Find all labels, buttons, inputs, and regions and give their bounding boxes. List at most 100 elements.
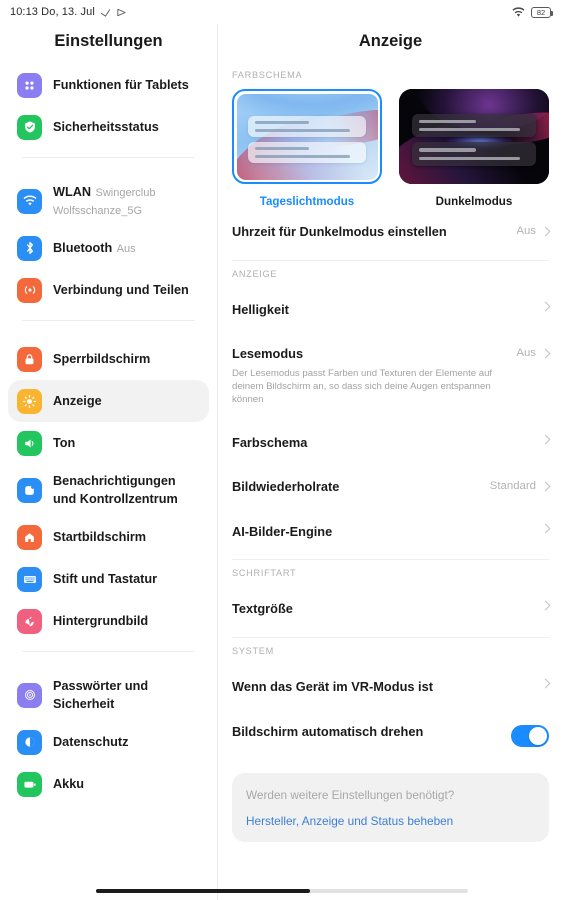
sidebar-item-label: Sicherheitsstatus [53,120,159,134]
row-main: Helligkeit [232,302,532,319]
row-main: Farbschema [232,435,532,452]
row-main: Wenn das Gerät im VR-Modus ist [232,679,532,696]
display-settings-scroll[interactable]: FARBSCHEMA Tageslichtmodus Dunkelmodus U… [218,64,563,900]
sidebar-item-label: Anzeige [53,394,102,408]
row-reading-mode[interactable]: Lesemodus Der Lesemodus passt Farben und… [232,332,551,420]
theme-option-dark[interactable]: Dunkelmodus [399,89,549,208]
preview-card [411,142,537,166]
wifi-icon [17,188,42,214]
theme-preview-light [236,93,378,180]
theme-label-dark: Dunkelmodus [435,195,513,208]
status-bar-left: 10:13 Do, 13. Jul [10,6,127,18]
sidebar-item-bluetooth[interactable]: Bluetooth Aus [8,227,209,269]
sidebar-item-tablet-features[interactable]: Funktionen für Tablets [8,64,209,106]
sidebar-item-lockscreen[interactable]: Sperrbildschirm [8,338,209,380]
suggestion-link[interactable]: Hersteller, Anzeige und Status beheben [246,814,535,828]
sidebar-item-text: Anzeige [53,392,102,410]
suggestion-question: Werden weitere Einstellungen benötigt? [246,787,455,802]
row-ai-image-engine[interactable]: AI-Bilder-Engine [232,510,551,555]
battery-icon [17,771,42,797]
row-title: Uhrzeit für Dunkelmodus einstellen [232,224,447,239]
chevron-right-icon [540,678,551,689]
preview-bar [255,129,351,133]
sidebar-item-text: Akku [53,775,84,793]
preview-bar [255,154,351,159]
page-title: Anzeige [358,32,423,50]
row-text-size[interactable]: Textgröße [232,587,551,632]
location-icon [116,7,127,18]
sidebar-item-wlan[interactable]: WLAN Swingerclub Wolfsschanze_5G [8,175,209,227]
sidebar-item-pen-keyboard[interactable]: Stift und Tastatur [8,558,209,600]
sidebar-item-label: WLAN [53,185,92,199]
section-caption-font: SCHRIFTART [232,568,297,579]
sidebar-item-connection-sharing[interactable]: Verbindung und Teilen [8,269,209,311]
sidebar-item-label: Funktionen für Tablets [53,78,189,92]
sidebar-item-label: Benachrichtigungen und Kontrollzentrum [53,474,178,506]
sidebar-item-battery[interactable]: Akku [8,763,209,805]
theme-preview-dark [399,89,549,184]
preview-card [411,113,537,138]
preview-bar [418,156,521,160]
row-title: Helligkeit [232,301,289,317]
sidebar-item-label: Passwörter und Sicherheit [53,679,149,711]
chevron-right-icon [540,481,551,492]
row-main: AI-Bilder-Engine [232,524,532,541]
row-dark-mode-schedule[interactable]: Uhrzeit für Dunkelmodus einstellen Aus [232,210,551,255]
theme-preview-light-frame [232,89,382,184]
sidebar-item-label: Startbildschirm [53,530,147,544]
sidebar-item-notifications[interactable]: Benachrichtigungen und Kontrollzentrum [8,464,209,516]
theme-label-light: Tageslichtmodus [259,195,355,208]
row-vr-mode[interactable]: Wenn das Gerät im VR-Modus ist [232,665,551,710]
row-color-scheme[interactable]: Farbschema [232,421,551,466]
row-refresh-rate[interactable]: Bildwiederholrate Standard [232,465,551,510]
section-caption-colorscheme: FARBSCHEMA [232,70,303,80]
chevron-right-icon [540,434,551,445]
preview-bar [418,119,477,124]
body-split: Einstellungen Funktionen für Tablets Sic… [0,24,563,900]
section-divider [232,259,549,261]
sidebar-item-text: Sicherheitsstatus [53,118,159,136]
sidebar-title: Einstellungen [54,32,163,50]
sidebar-item-text: Benachrichtigungen und Kontrollzentrum [53,472,200,508]
sidebar-list[interactable]: Funktionen für Tablets Sicherheitsstatus [0,64,217,900]
row-brightness[interactable]: Helligkeit [232,288,551,333]
bluetooth-icon [17,235,42,261]
sidebar-item-wallpaper[interactable]: Hintergrundbild [8,600,209,642]
auto-rotate-toggle[interactable] [511,724,549,747]
sidebar-item-label: Akku [53,777,85,791]
speaker-icon [17,430,42,456]
battery-indicator: 82 [531,6,553,18]
row-main: Bildschirm automatisch drehen [232,724,501,741]
row-title: Bildwiederholrate [232,479,340,495]
theme-option-light[interactable]: Tageslichtmodus [232,89,382,208]
row-right [540,301,551,312]
sidebar-item-ton[interactable]: Ton [8,422,209,464]
row-right [540,523,551,534]
sidebar-item-security-status[interactable]: Sicherheitsstatus [8,106,209,148]
display-settings-panel: Anzeige FARBSCHEMA Tageslichtmodus Dunke… [218,24,563,900]
section-caption-system: SYSTEM [232,646,274,657]
theme-preview-dark-frame [399,89,549,184]
sidebar-item-passwords-security[interactable]: Passwörter und Sicherheit [8,669,209,721]
chevron-right-icon [540,301,551,312]
row-right [540,434,551,445]
wifi-icon [512,6,525,18]
sidebar-divider [22,157,195,158]
row-value: Standard [489,480,536,493]
settings-sidebar: Einstellungen Funktionen für Tablets Sic… [0,24,218,900]
row-description: Der Lesemodus passt Farben und Texturen … [232,367,493,406]
brightness-sun-icon [17,388,42,414]
row-title: Bildschirm automatisch drehen [232,723,424,739]
preview-bar [255,120,310,125]
row-title: Farbschema [232,434,308,450]
sidebar-item-label: Bluetooth [53,241,113,255]
preview-card [248,115,366,138]
row-right: Aus [516,224,551,237]
sidebar-item-homescreen[interactable]: Startbildschirm [8,516,209,558]
sidebar-item-privacy[interactable]: Datenschutz [8,721,209,763]
row-auto-rotate[interactable]: Bildschirm automatisch drehen [232,710,549,761]
sidebar-item-anzeige[interactable]: Anzeige [8,380,209,422]
sidebar-item-text: Stift und Tastatur [53,570,157,588]
section-caption-display: ANZEIGE [232,268,278,279]
